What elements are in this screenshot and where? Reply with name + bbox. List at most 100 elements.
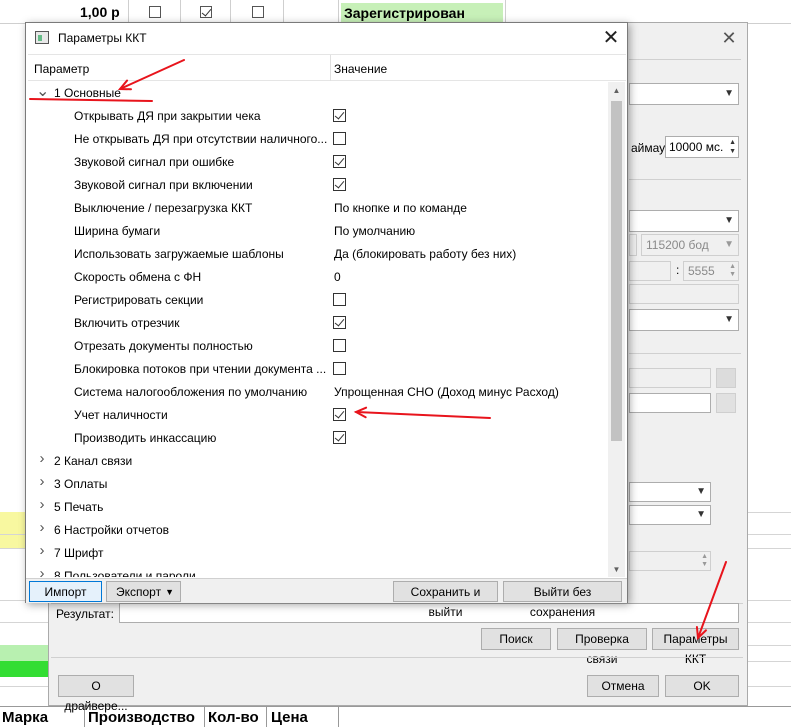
table-row[interactable]: Производить инкассацию [28,427,606,450]
table-row[interactable]: Не открывать ДЯ при отсутствии наличного… [28,128,606,151]
spinner-arrows-icon[interactable]: ▲ ▼ [729,138,736,156]
browse-button[interactable] [716,393,736,413]
param-value[interactable]: 0 [334,270,341,284]
vertical-scrollbar[interactable]: ▲ ▼ [608,82,625,577]
param-checkbox-checked[interactable] [333,431,346,444]
tree-group-label: 3 Оплаты [54,477,108,491]
table-row[interactable]: Звуковой сигнал при включении [28,174,606,197]
tree-group-label: 2 Канал связи [54,454,133,468]
panel-divider [51,657,743,658]
row-checkbox[interactable] [149,6,161,18]
param-value[interactable]: Упрощенная СНО (Доход минус Расход) [334,385,559,399]
spinner-arrows-icon[interactable]: ▲ ▼ [701,553,708,569]
window-icon [35,31,49,44]
table-row[interactable]: Звуковой сигнал при ошибке [28,151,606,174]
row-checkbox-checked[interactable] [200,6,212,18]
table-divider [128,0,129,24]
tree-group-row[interactable]: › 3 Оплаты [28,473,606,496]
log-path-field[interactable] [629,393,711,413]
table-row[interactable]: Блокировка потоков при чтении документа … [28,358,606,381]
table-row[interactable]: Учет наличности [28,404,606,427]
tree-group-row[interactable]: ⌄ 1 Основные [28,82,606,105]
kkt-params-button[interactable]: Параметры ККТ [652,628,739,666]
save-and-exit-button[interactable]: Сохранить и выйти [393,581,498,619]
table-row[interactable]: Ширина бумаги По умолчанию [28,220,606,243]
param-checkbox-checked[interactable] [333,408,346,421]
spinner-arrows-icon[interactable]: ▲ ▼ [729,263,736,279]
table-row[interactable]: Система налогообложения по умолчанию Упро… [28,381,606,404]
scroll-up-icon[interactable]: ▲ [608,82,625,99]
column-separator[interactable] [330,55,331,81]
param-value[interactable]: По кнопке и по команде [334,201,467,215]
param-checkbox[interactable] [333,132,346,145]
browse-button[interactable] [716,368,736,388]
table-row[interactable]: Отрезать документы полностью [28,335,606,358]
exit-without-saving-button[interactable]: Выйти без сохранения [503,581,622,619]
port-separator: : [676,263,680,277]
cancel-button[interactable]: Отмена [587,675,659,697]
table-row[interactable]: Открывать ДЯ при закрытии чека [28,105,606,128]
column-header-value[interactable]: Значение [334,62,387,76]
table-divider [230,0,231,24]
scrollbar-thumb[interactable] [611,101,622,441]
search-button[interactable]: Поиск [481,628,551,650]
connection-combo[interactable]: ▼ [629,210,739,232]
chevron-right-icon[interactable]: › [36,496,48,513]
option-spinbox[interactable]: ▲ ▼ [629,551,711,571]
row-price: 1,00 р [80,4,120,20]
column-header-param[interactable]: Параметр [34,62,89,76]
chevron-down-icon: ▼ [724,215,734,226]
tree-group-row[interactable]: › 5 Печать [28,496,606,519]
export-button[interactable]: Экспорт ▼ [106,581,181,602]
table-row[interactable]: Выключение / перезагрузка ККТ По кнопке и… [28,197,606,220]
port-combo[interactable] [629,234,637,256]
table-row[interactable]: Использовать загружаемые шаблоны Да (блок… [28,243,606,266]
panel-divider [629,59,741,60]
column-header-quantity[interactable]: Кол-во [208,709,259,726]
option-combo[interactable]: ▼ [629,505,711,525]
chevron-right-icon[interactable]: › [36,519,48,536]
param-checkbox-checked[interactable] [333,316,346,329]
device-combo[interactable]: ▼ [629,309,739,331]
row-checkbox[interactable] [252,6,264,18]
ok-button[interactable]: OK [665,675,739,697]
param-name: Звуковой сигнал при включении [74,178,253,192]
chevron-right-icon[interactable]: › [36,542,48,559]
tree-group-row[interactable]: › 2 Канал связи [28,450,606,473]
tree-group-row[interactable]: › 7 Шрифт [28,542,606,565]
table-row[interactable]: Скорость обмена с ФН 0 [28,266,606,289]
model-combo[interactable]: ▼ [629,83,739,105]
param-checkbox[interactable] [333,293,346,306]
chevron-down-icon[interactable]: ⌄ [36,81,49,101]
tree-header: Параметр Значение [28,55,626,81]
param-checkbox-checked[interactable] [333,109,346,122]
param-checkbox-checked[interactable] [333,155,346,168]
param-checkbox-checked[interactable] [333,178,346,191]
tree-group-row[interactable]: › 6 Настройки отчетов [28,519,606,542]
tcp-port-spinbox[interactable]: 5555 ▲ ▼ [683,261,739,281]
chevron-right-icon[interactable]: › [36,473,48,490]
device-field[interactable] [629,284,739,304]
option-combo[interactable]: ▼ [629,482,711,502]
check-connection-button[interactable]: Проверка связи [557,628,647,666]
param-value[interactable]: По умолчанию [334,224,415,238]
tree-group-row[interactable]: › 8 Пользователи и пароли [28,565,606,577]
column-header-brand[interactable]: Марка [2,709,48,726]
chevron-right-icon[interactable]: › [36,450,48,467]
chevron-right-icon[interactable]: › [36,565,48,577]
param-checkbox[interactable] [333,339,346,352]
param-checkbox[interactable] [333,362,346,375]
param-value[interactable]: Да (блокировать работу без них) [334,247,516,261]
timeout-spinbox[interactable]: 10000 мс. ▲ ▼ [665,136,739,158]
about-driver-button[interactable]: О драйвере... [58,675,134,713]
file-path-field[interactable] [629,368,711,388]
import-button[interactable]: Импорт [29,581,102,602]
column-header-price[interactable]: Цена [271,709,308,726]
scroll-down-icon[interactable]: ▼ [608,561,625,577]
table-row[interactable]: Регистрировать секции [28,289,606,312]
close-icon[interactable]: ✕ [598,26,624,50]
close-icon[interactable]: ✕ [718,28,740,50]
ip-address-field[interactable] [629,261,671,281]
baud-combo[interactable]: 115200 бод ▼ [641,234,739,256]
table-row[interactable]: Включить отрезчик [28,312,606,335]
